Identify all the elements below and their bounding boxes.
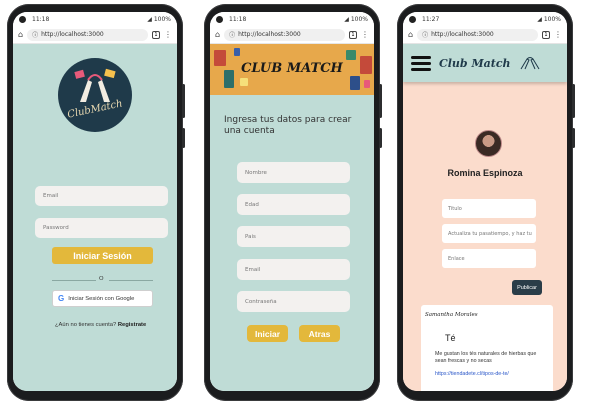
register-row: ¿Aún no tienes cuenta? Registrate (55, 322, 146, 328)
address-text: http://localhost:3000 (431, 31, 494, 38)
phone-screen: 11:18 ◢ 100% ⌂ ⓘ http://localhost:3000 1… (210, 12, 374, 391)
password-field[interactable]: Password (35, 218, 168, 238)
phone-screen: 11:27 ◢ 100% ⌂ ⓘ http://localhost:3000 1… (403, 12, 567, 391)
email-field[interactable]: Email (35, 186, 168, 206)
divider-left (52, 280, 96, 281)
description-field[interactable]: Actualiza tu pasatiempo, y haz tu (442, 224, 536, 243)
signal-icon: ◢ (537, 15, 542, 23)
home-icon[interactable]: ⌂ (408, 30, 413, 39)
menu-icon[interactable]: ⋮ (164, 30, 172, 39)
google-icon: G (58, 294, 65, 303)
browser-url-bar: ⌂ ⓘ http://localhost:3000 1 ⋮ (13, 26, 177, 44)
register-link[interactable]: Registrate (118, 322, 146, 328)
post-body: Me gustan los tés naturales de hierbas q… (435, 351, 537, 364)
login-button[interactable]: Iniciar Sesión (52, 247, 153, 264)
app-header: Club Match (403, 44, 567, 82)
register-heading: Ingresa tus datos para crear una cuenta (224, 115, 352, 136)
address-field[interactable]: ⓘ http://localhost:3000 (224, 28, 345, 41)
club-match-logo: ClubMatch (58, 58, 132, 132)
header-brand: Club Match (439, 56, 511, 70)
menu-icon[interactable]: ⋮ (554, 30, 562, 39)
browser-url-bar: ⌂ ⓘ http://localhost:3000 1 ⋮ (210, 26, 374, 44)
phone-profile: 11:27 ◢ 100% ⌂ ⓘ http://localhost:3000 1… (397, 4, 575, 401)
post-author: Samantha Morales (425, 312, 478, 318)
tabs-icon[interactable]: 1 (542, 30, 550, 39)
status-bar: 11:27 ◢ 100% (403, 12, 567, 26)
password-field[interactable]: Contraseña (237, 291, 350, 312)
phone-screen: 11:18 ◢ 100% ⌂ ⓘ http://localhost:3000 1… (13, 12, 177, 391)
camera-icon (409, 15, 416, 23)
home-icon[interactable]: ⌂ (18, 30, 23, 39)
signal-icon: ◢ (344, 15, 349, 23)
register-prompt: ¿Aún no tienes cuenta? (55, 322, 117, 328)
signal-icon: ◢ (147, 15, 152, 23)
post-link[interactable]: https://tiendadete.cl/tipos-de-te/ (435, 371, 509, 377)
battery-level: 100% (543, 15, 561, 23)
address-text: http://localhost:3000 (41, 31, 104, 38)
address-field[interactable]: ⓘ http://localhost:3000 (27, 28, 148, 41)
title-field[interactable]: Titulo (442, 199, 536, 218)
post-title: Té (445, 333, 456, 343)
divider-text: O (99, 276, 104, 282)
age-field[interactable]: Edad (237, 194, 350, 215)
hands-icon (520, 57, 539, 70)
home-icon[interactable]: ⌂ (215, 30, 220, 39)
avatar (475, 130, 502, 157)
google-login-button[interactable]: G Iniciar Sesión con Google (52, 290, 153, 307)
status-bar: 11:18 ◢ 100% (13, 12, 177, 26)
register-page: CLUB MATCH Ingresa tus datos para crear … (210, 44, 374, 391)
tabs-icon[interactable]: 1 (349, 30, 357, 39)
camera-icon (216, 15, 223, 23)
phone-login: 11:18 ◢ 100% ⌂ ⓘ http://localhost:3000 1… (7, 4, 185, 401)
battery-level: 100% (153, 15, 171, 23)
address-text: http://localhost:3000 (238, 31, 301, 38)
email-field[interactable]: Email (237, 259, 350, 280)
hands-icon (74, 68, 116, 102)
browser-url-bar: ⌂ ⓘ http://localhost:3000 1 ⋮ (403, 26, 567, 44)
hamburger-menu-icon[interactable] (411, 55, 431, 71)
address-field[interactable]: ⓘ http://localhost:3000 (417, 28, 538, 41)
post-card: Samantha Morales Té Me gustan los tés na… (421, 305, 553, 391)
status-bar: 11:18 ◢ 100% (210, 12, 374, 26)
country-field[interactable]: Pais (237, 226, 350, 247)
info-icon: ⓘ (422, 32, 429, 39)
login-page: ClubMatch Email Password Iniciar Sesión … (13, 44, 177, 391)
status-time: 11:27 (422, 15, 440, 23)
divider-right (109, 280, 153, 281)
banner-title: CLUB MATCH (241, 61, 343, 76)
status-time: 11:18 (229, 15, 247, 23)
name-field[interactable]: Nombre (237, 162, 350, 183)
info-icon: ⓘ (229, 32, 236, 39)
camera-icon (19, 15, 26, 23)
status-time: 11:18 (32, 15, 50, 23)
battery-level: 100% (350, 15, 368, 23)
tabs-icon[interactable]: 1 (152, 30, 160, 39)
publish-button[interactable]: Publicar (512, 280, 542, 295)
google-button-label: Iniciar Sesión con Google (68, 295, 135, 302)
user-name: Romina Espinoza (447, 168, 523, 178)
info-icon: ⓘ (32, 32, 39, 39)
phone-register: 11:18 ◢ 100% ⌂ ⓘ http://localhost:3000 1… (204, 4, 382, 401)
profile-page: Club Match Romina Espinoza Titulo Actual… (403, 44, 567, 391)
back-button[interactable]: Atras (299, 325, 340, 342)
start-button[interactable]: Iniciar (247, 325, 288, 342)
menu-icon[interactable]: ⋮ (361, 30, 369, 39)
club-match-banner: CLUB MATCH (210, 44, 374, 95)
link-field[interactable]: Enlace (442, 249, 536, 268)
